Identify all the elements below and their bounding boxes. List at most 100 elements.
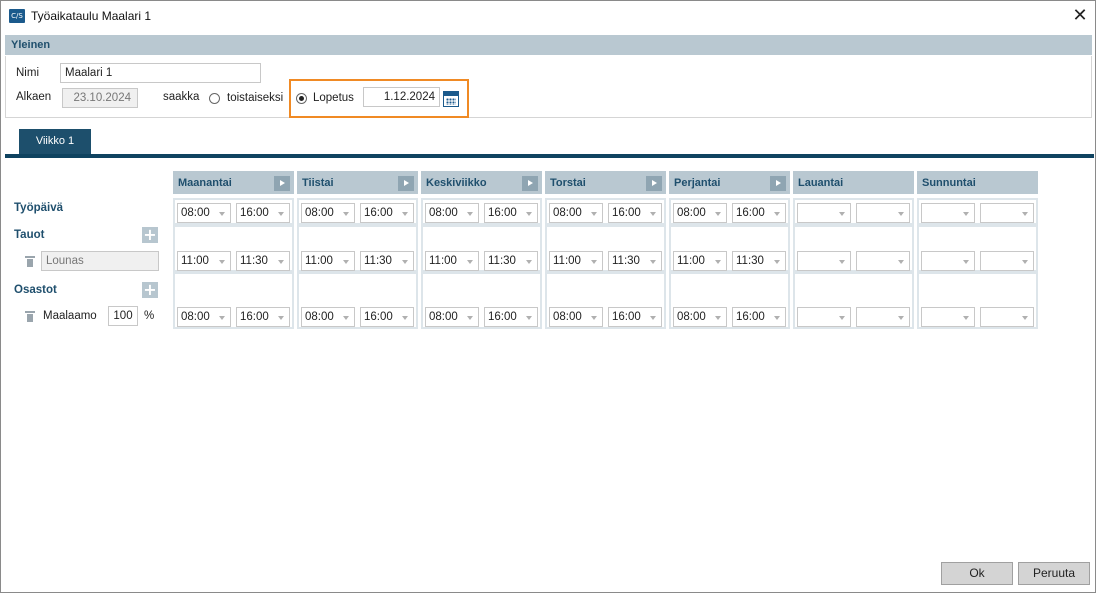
dept-cell: 08:00 16:00	[669, 272, 790, 329]
day-name: Torstai	[550, 177, 586, 189]
break-start-dropdown[interactable]: 11:00	[425, 251, 479, 271]
department-percent-input[interactable]: 100	[108, 306, 138, 326]
department-name: Maalaamo	[43, 310, 97, 322]
app-icon: C/S	[9, 9, 25, 23]
day-column: Perjantai 08:00 16:00 11:00 11:30 08:00 16:00	[669, 171, 790, 329]
break-end-dropdown[interactable]: 11:30	[360, 251, 414, 271]
work-start-dropdown[interactable]	[921, 203, 975, 223]
break-start-dropdown[interactable]	[921, 251, 975, 271]
tab-underline	[5, 154, 1094, 158]
cancel-button[interactable]: Peruuta	[1018, 562, 1090, 585]
day-header: Maanantai	[173, 171, 294, 194]
work-cell: 08:00 16:00	[297, 198, 418, 225]
copy-forward-icon[interactable]	[770, 176, 786, 191]
work-cell: 08:00 16:00	[669, 198, 790, 225]
break-start-dropdown[interactable]: 11:00	[673, 251, 727, 271]
break-start-dropdown[interactable]: 11:00	[177, 251, 231, 271]
close-icon[interactable]: ✕	[1067, 3, 1093, 29]
work-cell	[917, 198, 1038, 225]
name-label: Nimi	[16, 67, 39, 79]
break-end-dropdown[interactable]: 11:30	[236, 251, 290, 271]
dept-end-dropdown[interactable]: 16:00	[484, 307, 538, 327]
work-start-dropdown[interactable]: 08:00	[301, 203, 355, 223]
dept-start-dropdown[interactable]	[797, 307, 851, 327]
dept-end-dropdown[interactable]: 16:00	[608, 307, 662, 327]
day-column: Tiistai 08:00 16:00 11:00 11:30 08:00 16:00	[297, 171, 418, 329]
break-start-dropdown[interactable]: 11:00	[549, 251, 603, 271]
work-end-dropdown[interactable]: 16:00	[236, 203, 290, 223]
break-cell	[793, 225, 914, 272]
copy-forward-icon[interactable]	[398, 176, 414, 191]
dept-cell	[917, 272, 1038, 329]
start-label: Alkaen	[16, 91, 52, 103]
dept-cell: 08:00 16:00	[173, 272, 294, 329]
tab-week-1[interactable]: Viikko 1	[19, 129, 91, 154]
break-cell: 11:00 11:30	[297, 225, 418, 272]
break-cell: 11:00 11:30	[669, 225, 790, 272]
dept-end-dropdown[interactable]	[980, 307, 1034, 327]
break-end-dropdown[interactable]	[980, 251, 1034, 271]
dept-start-dropdown[interactable]	[921, 307, 975, 327]
delete-department-icon[interactable]	[25, 311, 35, 322]
work-end-dropdown[interactable]: 16:00	[484, 203, 538, 223]
dept-start-dropdown[interactable]: 08:00	[673, 307, 727, 327]
day-column: Sunnuntai	[917, 171, 1038, 329]
dept-start-dropdown[interactable]: 08:00	[425, 307, 479, 327]
copy-forward-icon[interactable]	[646, 176, 662, 191]
day-name: Keskiviikko	[426, 177, 487, 189]
copy-forward-icon[interactable]	[522, 176, 538, 191]
break-cell: 11:00 11:30	[173, 225, 294, 272]
work-start-dropdown[interactable]: 08:00	[177, 203, 231, 223]
work-start-dropdown[interactable]: 08:00	[673, 203, 727, 223]
work-start-dropdown[interactable]	[797, 203, 851, 223]
dept-end-dropdown[interactable]	[856, 307, 910, 327]
break-end-dropdown[interactable]	[856, 251, 910, 271]
work-start-dropdown[interactable]: 08:00	[425, 203, 479, 223]
work-end-dropdown[interactable]: 16:00	[732, 203, 786, 223]
break-start-dropdown[interactable]: 11:00	[301, 251, 355, 271]
dept-start-dropdown[interactable]: 08:00	[177, 307, 231, 327]
day-column: Torstai 08:00 16:00 11:00 11:30 08:00 16:00	[545, 171, 666, 329]
day-header: Perjantai	[669, 171, 790, 194]
work-end-dropdown[interactable]	[980, 203, 1034, 223]
day-header: Lauantai	[793, 171, 914, 194]
work-start-dropdown[interactable]: 08:00	[549, 203, 603, 223]
dept-cell: 08:00 16:00	[297, 272, 418, 329]
day-column: Maanantai 08:00 16:00 11:00 11:30 08:00 16:00	[173, 171, 294, 329]
percent-sign: %	[144, 310, 155, 322]
work-end-dropdown[interactable]: 16:00	[360, 203, 414, 223]
dept-start-dropdown[interactable]: 08:00	[301, 307, 355, 327]
work-end-dropdown[interactable]: 16:00	[608, 203, 662, 223]
dept-end-dropdown[interactable]: 16:00	[236, 307, 290, 327]
break-cell: 11:00 11:30	[421, 225, 542, 272]
add-department-button[interactable]: +	[142, 282, 158, 298]
day-name: Maanantai	[178, 177, 232, 189]
break-cell: 11:00 11:30	[545, 225, 666, 272]
departments-label: Osastot	[14, 284, 57, 296]
workday-label: Työpäivä	[14, 202, 63, 214]
copy-forward-icon[interactable]	[274, 176, 290, 191]
break-end-dropdown[interactable]: 11:30	[608, 251, 662, 271]
window-title: Työaikataulu Maalari 1	[31, 9, 152, 23]
dept-end-dropdown[interactable]: 16:00	[360, 307, 414, 327]
delete-break-icon[interactable]	[25, 256, 35, 267]
work-end-dropdown[interactable]	[856, 203, 910, 223]
general-section-header: Yleinen	[5, 35, 1092, 55]
until-label: saakka	[163, 91, 200, 103]
dept-start-dropdown[interactable]: 08:00	[549, 307, 603, 327]
breaks-label: Tauot	[14, 229, 45, 241]
break-end-dropdown[interactable]: 11:30	[732, 251, 786, 271]
day-name: Tiistai	[302, 177, 334, 189]
name-input[interactable]: Maalari 1	[60, 63, 261, 83]
break-end-dropdown[interactable]: 11:30	[484, 251, 538, 271]
day-name: Perjantai	[674, 177, 721, 189]
title-bar: C/S Työaikataulu Maalari 1 ✕	[1, 1, 1095, 31]
add-break-button[interactable]: +	[142, 227, 158, 243]
dept-cell: 08:00 16:00	[545, 272, 666, 329]
work-cell	[793, 198, 914, 225]
day-header: Torstai	[545, 171, 666, 194]
break-start-dropdown[interactable]	[797, 251, 851, 271]
radio-indefinite[interactable]	[209, 93, 220, 104]
ok-button[interactable]: Ok	[941, 562, 1013, 585]
dept-end-dropdown[interactable]: 16:00	[732, 307, 786, 327]
